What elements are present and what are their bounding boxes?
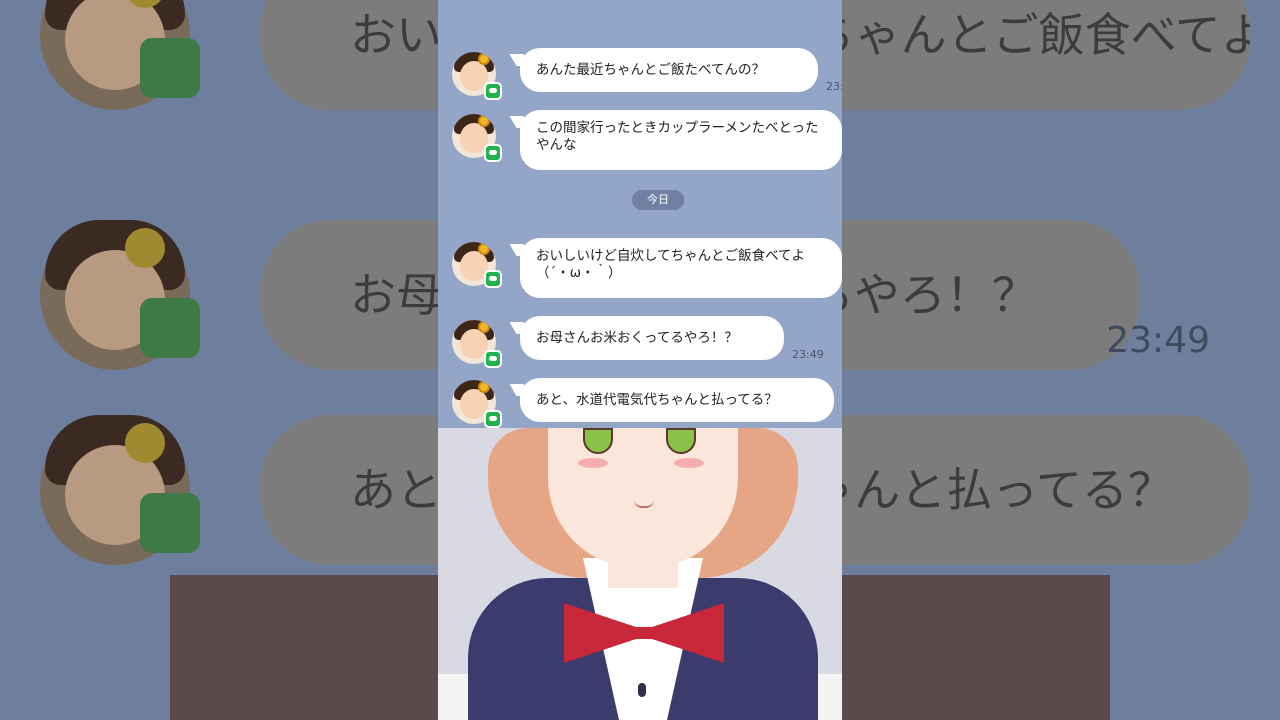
message-time: 23:: [826, 80, 842, 93]
bg-avatar-icon: [40, 0, 200, 110]
message-bubble[interactable]: あと、水道代電気代ちゃんと払ってる？: [520, 378, 834, 422]
line-app-icon: [484, 82, 502, 100]
bg-timestamp: 23:49: [1106, 320, 1210, 361]
line-app-icon: [484, 410, 502, 428]
bg-avatar-icon: [40, 220, 200, 370]
chat-area[interactable]: あんた最近ちゃんとご飯たべてんの？ 23: この間家行ったときカップラーメンたべ…: [438, 0, 842, 428]
message-time: 23:49: [792, 348, 824, 361]
character-illustration: [438, 428, 842, 720]
message-bubble[interactable]: あんた最近ちゃんとご飯たべてんの？: [520, 48, 818, 92]
chat-panel: あんた最近ちゃんとご飯たべてんの？ 23: この間家行ったときカップラーメンたべ…: [438, 0, 842, 720]
message-bubble[interactable]: おいしいけど自炊してちゃんとご飯食べてよ（´・ω・｀）: [520, 238, 842, 298]
line-app-icon: [484, 270, 502, 288]
message-bubble[interactable]: お母さんお米おくってるやろ！？: [520, 316, 784, 360]
line-app-icon: [484, 350, 502, 368]
line-app-icon: [484, 144, 502, 162]
message-bubble[interactable]: この間家行ったときカップラーメンたべとったやんな: [520, 110, 842, 170]
date-separator: 今日: [632, 190, 684, 210]
bg-avatar-icon: [40, 415, 200, 565]
